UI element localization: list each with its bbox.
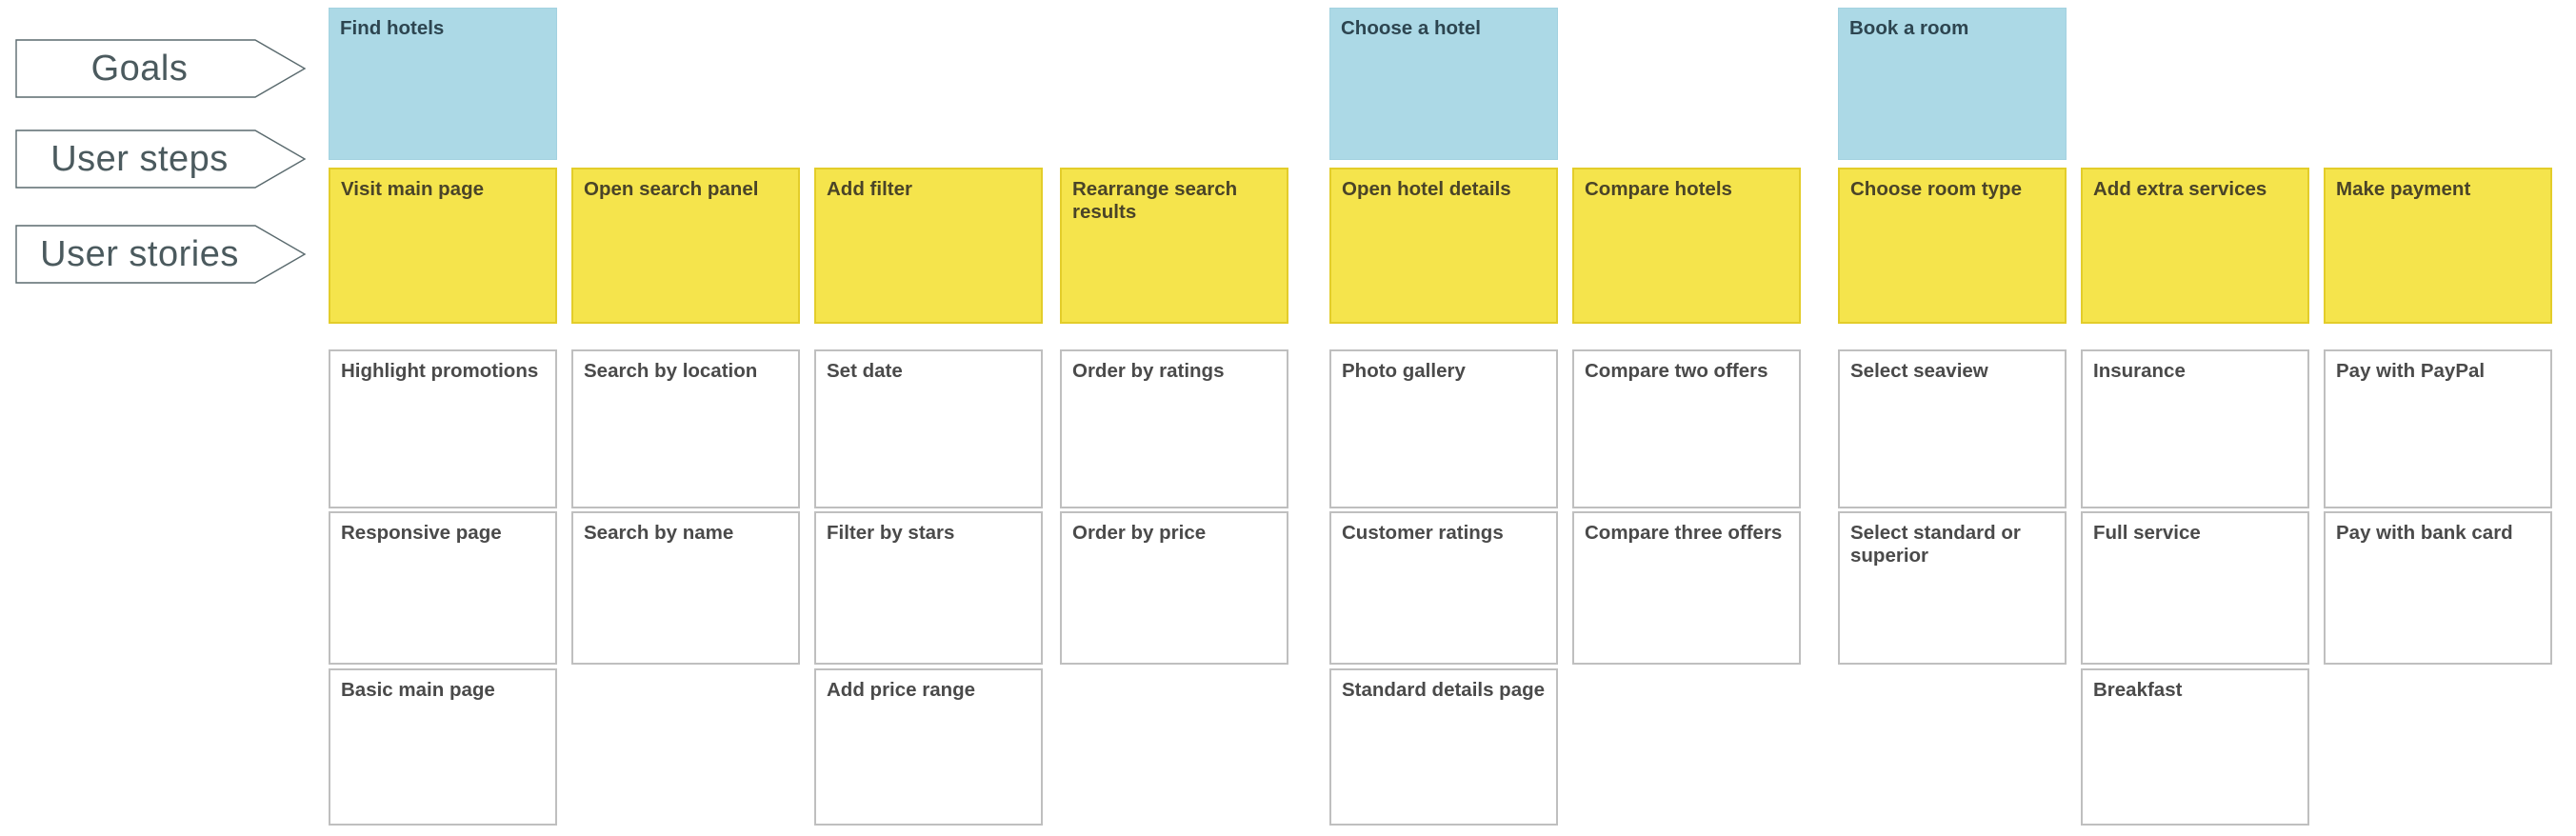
user-step-card[interactable]: Choose room type (1838, 168, 2067, 324)
user-step-card[interactable]: Make payment (2324, 168, 2552, 324)
user-story-card[interactable]: Compare three offers (1572, 511, 1801, 665)
user-story-map-board: Goals User steps User stories Find hotel… (0, 0, 2576, 836)
goal-card-label: Book a room (1849, 17, 1969, 39)
user-step-card[interactable]: Add filter (814, 168, 1043, 324)
user-story-card-label: Basic main page (341, 679, 495, 701)
user-step-card-label: Add filter (827, 178, 912, 200)
user-step-card[interactable]: Compare hotels (1572, 168, 1801, 324)
user-story-card-label: Highlight promotions (341, 360, 539, 382)
user-story-card-label: Order by ratings (1072, 360, 1225, 382)
user-story-card[interactable]: Select standard or superior (1838, 511, 2067, 665)
user-story-card[interactable]: Full service (2081, 511, 2309, 665)
user-story-card-label: Standard details page (1342, 679, 1546, 701)
user-story-card-label: Search by location (584, 360, 758, 382)
user-step-card-label: Add extra services (2093, 178, 2267, 200)
lane-label-user-stories: User stories (15, 225, 307, 284)
user-story-card-label: Photo gallery (1342, 360, 1466, 382)
user-story-card[interactable]: Standard details page (1329, 668, 1558, 826)
user-story-card[interactable]: Pay with bank card (2324, 511, 2552, 665)
user-story-card-label: Add price range (827, 679, 976, 701)
user-story-card-label: Set date (827, 360, 903, 382)
user-step-card-label: Open hotel details (1342, 178, 1511, 200)
lane-label-goals: Goals (15, 39, 307, 98)
user-story-card[interactable]: Filter by stars (814, 511, 1043, 665)
user-step-card[interactable]: Add extra services (2081, 168, 2309, 324)
lane-label-user-steps-text: User steps (50, 139, 229, 179)
user-step-card[interactable]: Open search panel (571, 168, 800, 324)
user-story-card[interactable]: Responsive page (329, 511, 557, 665)
user-story-card-label: Full service (2093, 522, 2201, 544)
user-step-card-label: Make payment (2336, 178, 2471, 200)
user-story-card-label: Compare two offers (1585, 360, 1768, 382)
user-step-card[interactable]: Open hotel details (1329, 168, 1558, 324)
user-story-card[interactable]: Basic main page (329, 668, 557, 826)
goal-card[interactable]: Find hotels (329, 8, 557, 160)
user-story-card[interactable]: Add price range (814, 668, 1043, 826)
user-story-card[interactable]: Breakfast (2081, 668, 2309, 826)
lane-label-user-steps: User steps (15, 129, 307, 189)
user-step-card-label: Choose room type (1850, 178, 2022, 200)
lane-label-goals-text: Goals (90, 49, 189, 89)
user-story-card-label: Breakfast (2093, 679, 2183, 701)
user-step-card-label: Compare hotels (1585, 178, 1732, 200)
user-step-card[interactable]: Rearrange search results (1060, 168, 1288, 324)
user-story-card[interactable]: Compare two offers (1572, 349, 1801, 508)
user-story-card[interactable]: Search by name (571, 511, 800, 665)
user-story-card[interactable]: Pay with PayPal (2324, 349, 2552, 508)
user-story-card-label: Select standard or superior (1850, 522, 2021, 567)
user-step-card[interactable]: Visit main page (329, 168, 557, 324)
user-story-card[interactable]: Highlight promotions (329, 349, 557, 508)
lane-label-user-stories-text: User stories (40, 234, 239, 274)
user-story-card-label: Responsive page (341, 522, 502, 544)
user-story-card-label: Compare three offers (1585, 522, 1783, 544)
user-story-card-label: Customer ratings (1342, 522, 1504, 544)
goal-card[interactable]: Choose a hotel (1329, 8, 1558, 160)
user-story-card-label: Insurance (2093, 360, 2186, 382)
user-story-card[interactable]: Set date (814, 349, 1043, 508)
user-story-card-label: Pay with PayPal (2336, 360, 2486, 382)
user-story-card[interactable]: Customer ratings (1329, 511, 1558, 665)
user-story-card-label: Select seaview (1850, 360, 1988, 382)
user-step-card-label: Rearrange search results (1072, 178, 1238, 224)
goal-card[interactable]: Book a room (1838, 8, 2067, 160)
user-story-card-label: Order by price (1072, 522, 1207, 544)
user-step-card-label: Open search panel (584, 178, 759, 200)
goal-card-label: Find hotels (340, 17, 445, 39)
user-story-card[interactable]: Photo gallery (1329, 349, 1558, 508)
user-story-card[interactable]: Order by ratings (1060, 349, 1288, 508)
user-story-card-label: Filter by stars (827, 522, 955, 544)
user-story-card-label: Search by name (584, 522, 734, 544)
user-story-card[interactable]: Search by location (571, 349, 800, 508)
user-story-card[interactable]: Order by price (1060, 511, 1288, 665)
user-story-card[interactable]: Select seaview (1838, 349, 2067, 508)
user-story-card[interactable]: Insurance (2081, 349, 2309, 508)
user-step-card-label: Visit main page (341, 178, 485, 200)
goal-card-label: Choose a hotel (1341, 17, 1481, 39)
user-story-card-label: Pay with bank card (2336, 522, 2513, 544)
